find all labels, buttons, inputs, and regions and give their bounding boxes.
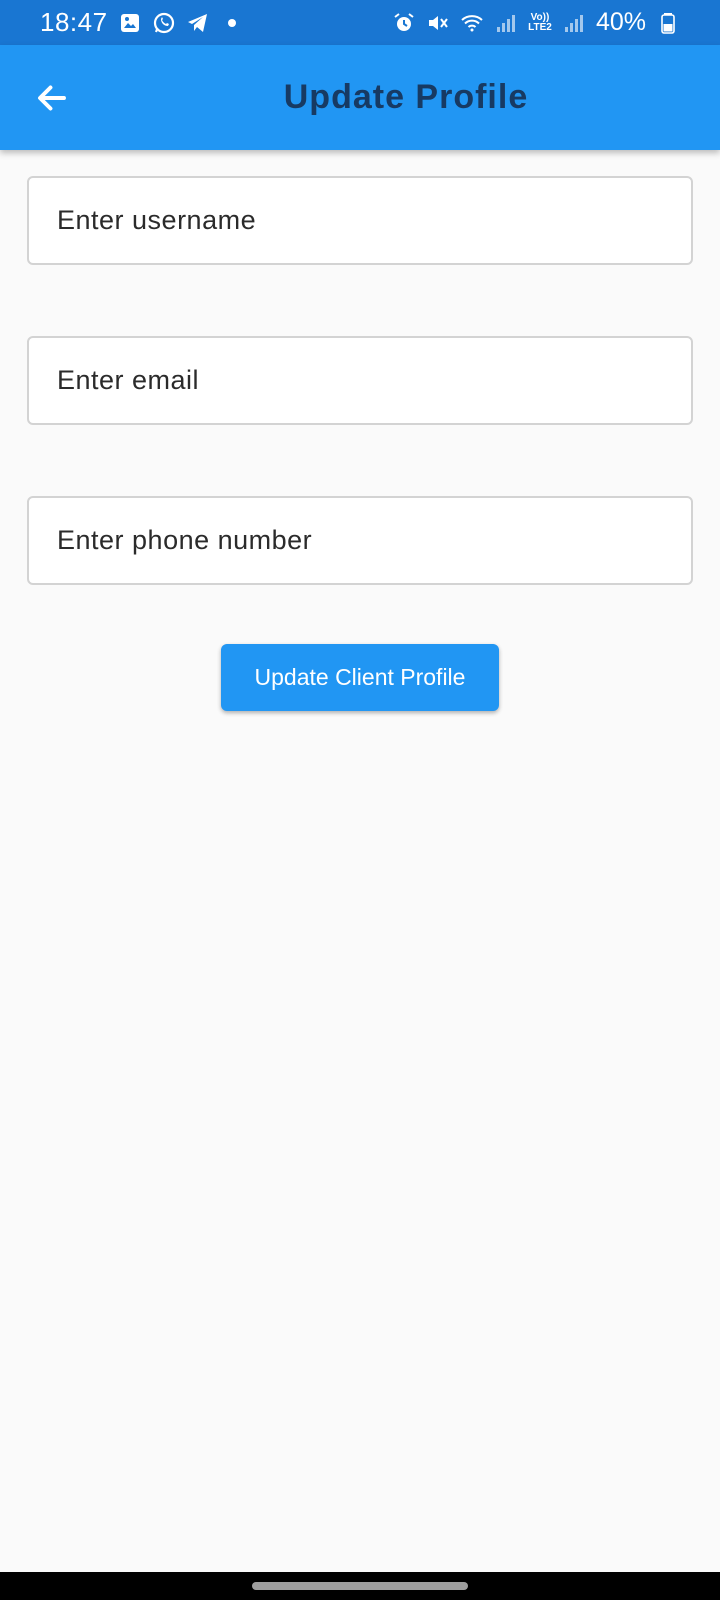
status-bar: 18:47 Vo)) LTE2 40%: [0, 0, 720, 45]
telegram-icon: [186, 11, 210, 35]
page-title: Update Profile: [283, 78, 529, 116]
status-left: 18:47: [40, 7, 244, 38]
lte-label: LTE2: [528, 21, 552, 33]
status-time: 18:47: [40, 7, 108, 37]
email-input[interactable]: [55, 364, 665, 397]
battery-percent: 40%: [595, 8, 646, 36]
whatsapp-icon: [152, 11, 176, 35]
home-indicator[interactable]: [252, 1582, 468, 1590]
wifi-icon: [460, 11, 484, 35]
dot-icon: [220, 11, 244, 35]
volte-label: Vo)): [530, 11, 550, 23]
submit-wrap: Update Client Profile: [0, 644, 720, 711]
email-field[interactable]: [27, 336, 693, 425]
battery-icon: [656, 11, 680, 35]
signal-icon: [494, 11, 518, 35]
alarm-icon: [392, 11, 416, 35]
status-right: Vo)) LTE2 40%: [392, 8, 680, 37]
profile-form: [27, 176, 693, 656]
navigation-bar: [0, 1572, 720, 1600]
mute-icon: [426, 11, 450, 35]
username-field[interactable]: [27, 176, 693, 265]
phone-input[interactable]: [55, 524, 665, 557]
gallery-icon: [118, 11, 142, 35]
username-input[interactable]: [55, 204, 665, 237]
volte-icon: Vo)) LTE2: [528, 11, 552, 35]
screen: 18:47 Vo)) LTE2 40% Update Profile Enter…: [0, 0, 720, 1600]
phone-field[interactable]: [27, 496, 693, 585]
app-bar: Update Profile: [0, 45, 720, 150]
signal-icon: [562, 11, 586, 35]
update-client-profile-button[interactable]: Update Client Profile: [221, 644, 499, 711]
